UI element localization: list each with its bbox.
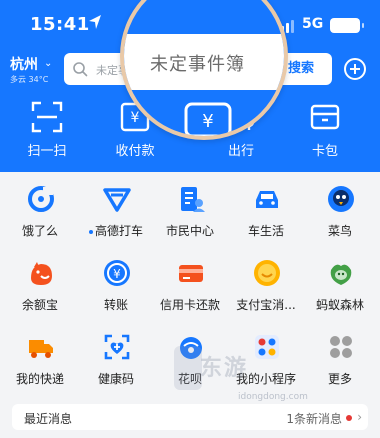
status-time: 15:41 [30,14,90,35]
app-label: 菜鸟 [327,224,352,238]
new-dot [88,229,93,234]
city-selector[interactable]: 杭州 [10,54,38,74]
app-label: 高德打车 [78,222,154,239]
location-arrow-icon [89,15,101,29]
watermark-text: 东游 [200,356,249,381]
header: 15:41 5G 杭州 ⌄ 多云 34°C 未定事件簿 搜索 扫一扫 ¥ [0,0,380,172]
magnified-search-field: 未定事件簿 [124,34,284,90]
app-car-life[interactable]: 车生活 [228,172,304,246]
app-label: 转账 [103,298,128,312]
quick-action-label: 扫一扫 [27,144,67,159]
scan-icon [31,101,63,133]
app-alipay-message[interactable]: 支付宝消... [228,246,304,320]
svg-text:¥: ¥ [113,267,121,281]
app-ant-forest[interactable]: 蚂蚁森林 [302,246,378,320]
app-citizen-center[interactable]: 市民中心 [152,172,228,246]
unread-dot [346,415,352,421]
app-amap-taxi[interactable]: 高德打车 [78,172,154,246]
app-yuebao[interactable]: 余额宝 [2,246,78,320]
app-health-code[interactable]: 健康码 [78,320,154,394]
app-label: 支付宝消... [236,298,296,312]
app-label: 市民中心 [165,224,214,238]
chevron-right-icon: › [357,410,362,424]
magnified-travel-icon: ¥ [184,102,232,136]
yuebao-icon [31,262,52,285]
app-label: 饿了么 [21,224,58,238]
battery-icon [330,18,364,33]
network-type: 5G [302,16,324,32]
new-message-count: 1条新消息 [286,412,342,426]
plus-icon[interactable] [344,58,366,80]
card-wallet-icon [310,104,340,130]
delivery-truck-icon [29,340,53,358]
magnified-search-text: 未定事件簿 [150,54,245,75]
transfer-icon: ¥ [104,260,130,286]
app-label: 余额宝 [21,298,58,312]
amap-taxi-icon [103,188,131,212]
app-credit-card[interactable]: 信用卡还款 [152,246,228,320]
ant-forest-icon [330,264,352,285]
quick-action-label: 收付款 [115,144,155,159]
app-label: 蚂蚁森林 [315,298,364,312]
svg-text:¥: ¥ [202,111,213,132]
app-more[interactable]: 更多 [302,320,378,394]
eleme-icon [28,186,54,212]
app-label: 更多 [327,372,352,386]
mini-programs-icon [255,335,279,359]
credit-card-icon [179,265,203,282]
app-label: 我的快递 [15,372,64,386]
svg-text:¥: ¥ [131,110,140,126]
car-life-icon [256,191,278,208]
health-code-icon [104,334,130,360]
quick-action-label: 卡包 [311,144,338,159]
alipay-message-icon [254,260,280,286]
app-label: 车生活 [247,224,284,238]
app-eleme[interactable]: 饿了么 [2,172,78,246]
search-icon [73,62,88,77]
app-delivery[interactable]: 我的快递 [2,320,78,394]
watermark-url: idongdong.com [238,392,308,402]
chevron-down-icon[interactable]: ⌄ [44,58,52,69]
app-cainiao[interactable]: 菜鸟 [302,172,378,246]
app-transfer[interactable]: ¥ 转账 [78,246,154,320]
cainiao-icon [328,186,354,212]
watermark-logo [174,346,202,390]
recent-messages-title: 最近消息 [24,412,73,426]
quick-action-scan[interactable]: 扫一扫 [12,100,82,166]
recent-messages-bar[interactable]: 最近消息 1条新消息 › [12,404,368,430]
citizen-center-icon [181,187,205,212]
app-label: 健康码 [97,372,134,386]
more-icon [330,336,352,358]
quick-action-card-wallet[interactable]: 卡包 [290,100,360,166]
quick-action-label: 出行 [227,144,254,159]
app-label: 信用卡还款 [159,298,220,312]
weather-text: 多云 34°C [10,75,49,84]
